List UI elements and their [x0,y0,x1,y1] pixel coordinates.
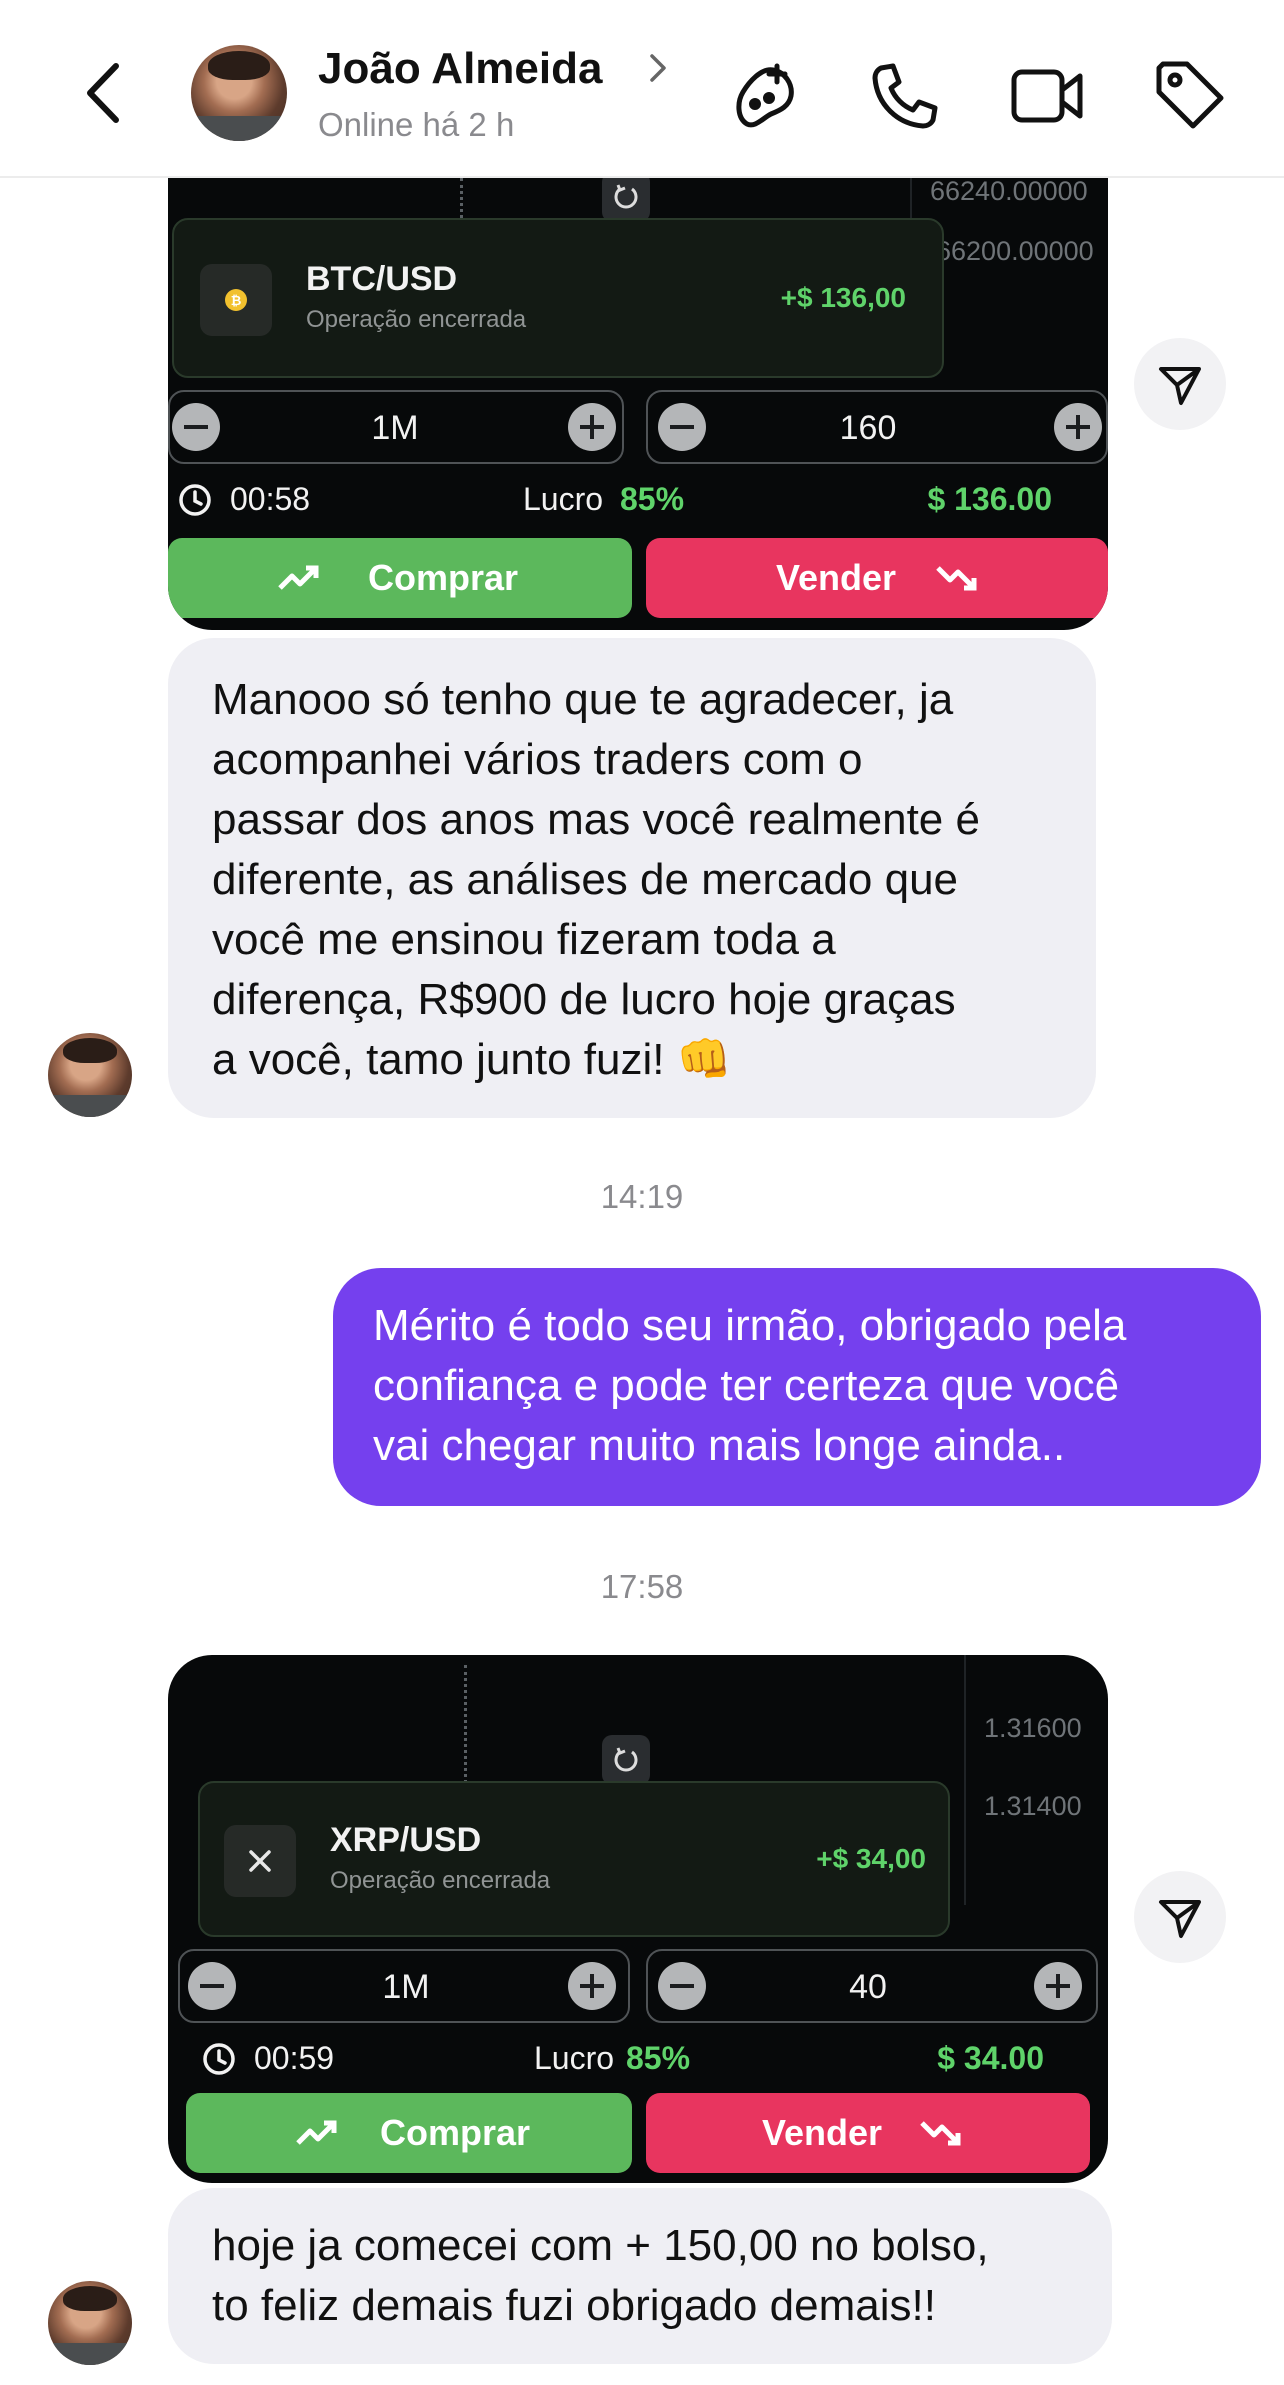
message-line: Mérito é todo seu irmão, obrigado pela [373,1301,1127,1350]
bitcoin-icon: ₿ [225,289,247,311]
coin-badge [224,1825,296,1897]
message-line: hoje ja comecei com + 150,00 no bolso, [212,2221,989,2270]
message-line: to feliz demais fuzi obrigado demais!! [212,2281,936,2330]
contact-status: Online há 2 h [318,106,515,143]
message-line: a você, tamo junto fuzi! 👊 [212,1035,732,1084]
message-line: diferente, as análises de mercado que [212,855,959,904]
message-line: vai chegar muito mais longe ainda.. [373,1421,1066,1470]
send-icon [1159,367,1201,405]
phone-icon[interactable] [867,58,943,134]
forward-button[interactable] [1134,338,1226,430]
time-stepper: 1M [178,1949,630,2023]
coin-badge: ₿ [200,264,272,336]
message-bubble-outgoing[interactable]: Mérito é todo seu irmão, obrigado pela c… [333,1268,1261,1506]
payout-value: $ 136.00 [927,481,1052,517]
clock-icon [203,2043,235,2075]
price-tick: 66200.00000 [936,236,1094,266]
timestamp: 14:19 [600,1178,684,1215]
chevron-left-icon [87,63,119,123]
amount-stepper: 40 [646,1949,1098,2023]
contact-avatar-small[interactable] [48,2281,132,2365]
refresh-button [602,1735,650,1785]
refresh-icon [614,1747,638,1772]
sell-label: Vender [776,557,897,598]
trade-profit: +$ 34,00 [816,1843,926,1874]
forward-button[interactable] [1134,1871,1226,1963]
plus-icon [1034,1962,1082,2010]
amount-value: 40 [849,1968,887,2006]
lucro-percent: 85% [620,481,685,517]
lucro-label: Lucro [534,2040,615,2076]
trade-status: Operação encerrada [330,1867,551,1894]
message-line: você me ensinou fizeram toda a [212,915,836,964]
amount-stepper: 160 [646,390,1108,464]
message-line: passar dos anos mas você realmente é [212,795,980,844]
video-camera-icon[interactable] [1010,58,1086,134]
time-value: 1M [371,409,419,447]
message-line: confiança e pode ter certeza que você [373,1361,1120,1410]
pair-name: XRP/USD [330,1821,482,1859]
message-line: acompanhei vários traders com o [212,735,863,784]
send-icon [1159,1900,1201,1938]
trending-up-icon [296,2120,337,2145]
minus-icon [658,1962,706,2010]
timer: 00:59 [254,2040,335,2076]
minus-icon [188,1962,236,2010]
trade-result-notification: ₿ BTC/USD Operação encerrada +$ 136,00 [172,218,944,378]
refresh-button [602,178,650,222]
amount-value: 160 [839,409,897,447]
message-bubble-incoming[interactable]: Manooo só tenho que te agradecer, ja aco… [168,638,1096,1118]
chevron-right-icon[interactable] [648,52,668,84]
refresh-icon [614,184,638,209]
buy-label: Comprar [368,557,519,598]
contact-avatar-small[interactable] [48,1033,132,1117]
message-bubble-incoming[interactable]: hoje ja comecei com + 150,00 no bolso, t… [168,2188,1112,2364]
buy-button: Comprar [168,538,632,618]
tag-icon[interactable] [1153,58,1229,134]
trade-screenshot-xrp[interactable]: 1.31600 1.31400 XRP/USD Operação encerra… [168,1655,1108,2183]
sell-button: Vender [646,538,1108,618]
contact-avatar[interactable] [191,45,287,141]
price-tick: 1.31600 [984,1713,1082,1743]
trending-up-icon [278,565,319,590]
time-stepper: 1M [168,390,624,464]
trade-screenshot-btc[interactable]: 66240.00000 66200.00000 ₿ BTC/USD Operaç… [168,178,1108,630]
plus-icon [568,1962,616,2010]
trade-status: Operação encerrada [306,306,527,333]
buy-label: Comprar [380,2112,531,2153]
timer: 00:58 [230,481,311,517]
message-line: Manooo só tenho que te agradecer, ja [212,675,954,724]
svg-text:₿: ₿ [231,294,242,309]
trade-info-row: 00:59 Lucro 85% $ 34.00 [168,2033,1108,2083]
message-line: diferença, R$900 de lucro hoje graças [212,975,956,1024]
minus-icon [172,403,220,451]
game-controller-icon[interactable] [727,58,803,134]
trade-result-notification: XRP/USD Operação encerrada +$ 34,00 [198,1781,950,1937]
trade-profit: +$ 136,00 [780,282,906,313]
lucro-label: Lucro [523,481,604,517]
trending-down-icon [920,2121,961,2146]
chat-header: João Almeida Online há 2 h [0,0,1284,178]
price-tick: 66240.00000 [930,178,1088,206]
xrp-icon [249,1850,271,1872]
time-value: 1M [382,1968,430,2006]
clock-icon [179,484,211,516]
buy-button: Comprar [186,2093,632,2173]
minus-icon [658,403,706,451]
sell-button: Vender [646,2093,1090,2173]
timestamp: 17:58 [600,1568,684,1605]
plus-icon [1054,403,1102,451]
plus-icon [568,403,616,451]
trending-down-icon [936,566,977,591]
contact-name[interactable]: João Almeida [318,44,602,94]
trade-info-row: 00:58 Lucro 85% $ 136.00 [168,474,1108,524]
sell-label: Vender [762,2112,883,2153]
pair-name: BTC/USD [306,260,458,298]
payout-value: $ 34.00 [937,2040,1044,2076]
lucro-percent: 85% [626,2040,691,2076]
price-tick: 1.31400 [984,1791,1082,1821]
back-button[interactable] [78,58,134,128]
